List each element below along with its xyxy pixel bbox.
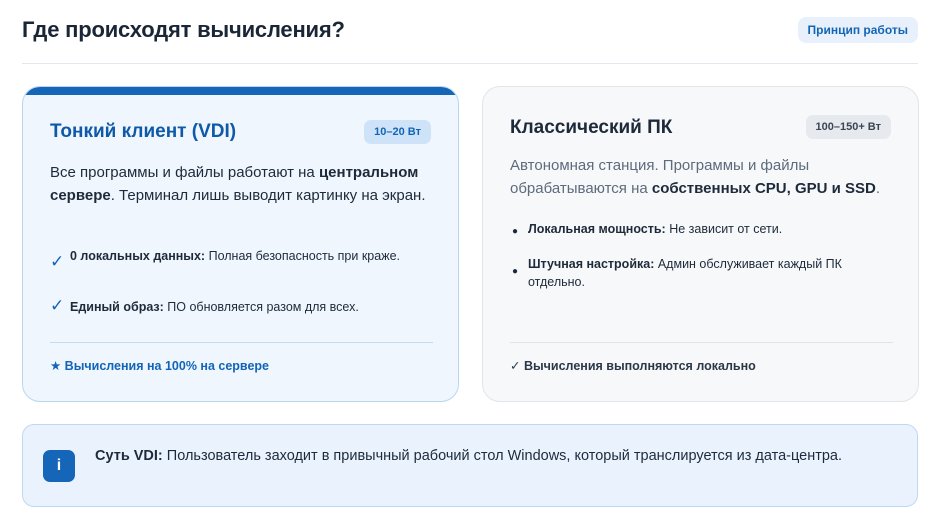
pc-card-divider xyxy=(510,342,893,343)
header: Где происходят вычисления? Принцип работ… xyxy=(22,0,918,64)
vdi-feature-label: 0 локальных данных: xyxy=(70,249,206,263)
check-icon: ✓ xyxy=(50,252,65,271)
vdi-feature-item: ✓ 0 локальных данных: Полная безопасност… xyxy=(50,247,435,271)
vdi-desc-part1: Все программы и файлы работают на xyxy=(50,164,319,181)
principle-button[interactable]: Принцип работы xyxy=(797,17,918,43)
pc-feature-text: Не зависит от сети. xyxy=(665,222,783,236)
pc-feature-item: ● Локальная мощность: Не зависит от сети… xyxy=(510,220,895,238)
bullet-icon: ● xyxy=(512,266,519,277)
info-body: Пользователь заходит в привычный рабочий… xyxy=(162,448,843,464)
vdi-power-badge: 10–20 Вт xyxy=(364,120,431,144)
vdi-desc-part2: . Терминал лишь выводит картинку на экра… xyxy=(110,187,426,204)
vdi-card-topbar xyxy=(23,87,458,95)
vdi-feature-item: ✓ Единый образ: ПО обновляется разом для… xyxy=(50,296,435,316)
vdi-card-divider xyxy=(50,342,433,343)
pc-desc-part2: . xyxy=(875,180,881,197)
page-title: Где происходят вычисления? xyxy=(22,17,345,42)
pc-feature-label: Локальная мощность: xyxy=(528,222,666,236)
vdi-card-title: Тонкий клиент (VDI) xyxy=(50,121,237,142)
vdi-card-description: Все программы и файлы работают на центра… xyxy=(50,161,435,207)
vdi-feature-text: ПО обновляется разом для всех. xyxy=(163,300,359,314)
pc-power-badge: 100–150+ Вт xyxy=(805,115,891,139)
vdi-feature-label: Единый образ: xyxy=(70,300,164,314)
vdi-feature-text: Полная безопасность при краже. xyxy=(205,249,400,263)
pc-card-footer: ✓ Вычисления выполняются локально xyxy=(510,359,756,373)
vdi-info-box: i Суть VDI: Пользователь заходит в привы… xyxy=(22,424,918,507)
info-label: Суть VDI: xyxy=(95,448,163,464)
pc-card-description: Автономная станция. Программы и файлы об… xyxy=(510,154,895,200)
bullet-icon: ● xyxy=(512,226,519,237)
pc-feature-label: Штучная настройка: xyxy=(528,257,655,271)
info-icon: i xyxy=(43,450,75,482)
check-icon: ✓ xyxy=(50,296,65,315)
pc-card-title: Классический ПК xyxy=(510,117,673,138)
pc-feature-item: ● Штучная настройка: Админ обслуживает к… xyxy=(510,255,895,291)
vdi-card: Тонкий клиент (VDI) 10–20 Вт Все програм… xyxy=(22,86,459,402)
pc-card: Классический ПК 100–150+ Вт Автономная с… xyxy=(482,86,919,402)
pc-desc-bold: собственных CPU, GPU и SSD xyxy=(651,180,876,197)
info-text: Суть VDI: Пользователь заходит в привычн… xyxy=(95,445,875,467)
vdi-card-footer: ★ Вычисления на 100% на сервере xyxy=(50,359,269,373)
